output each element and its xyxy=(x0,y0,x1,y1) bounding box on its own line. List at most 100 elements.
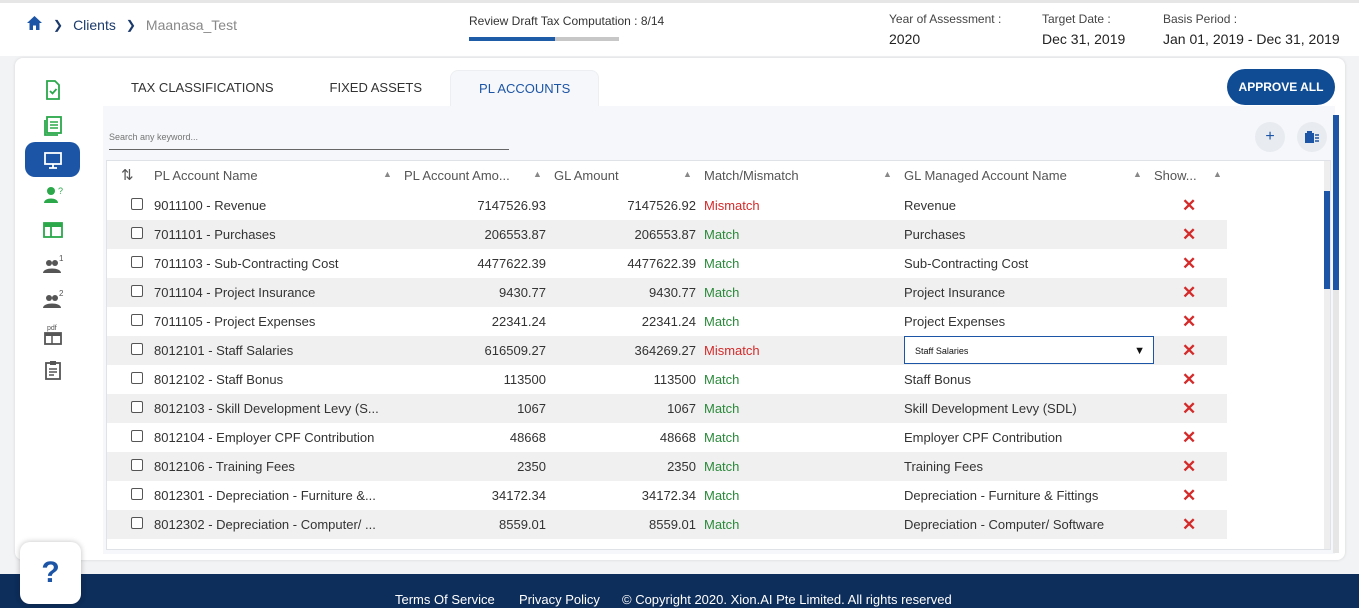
pl-account-amount: 206553.87 xyxy=(484,227,546,242)
pl-account-amount: 22341.24 xyxy=(491,314,546,329)
close-icon[interactable]: ✕ xyxy=(1182,191,1202,220)
basis-period: Basis Period : Jan 01, 2019 - Dec 31, 20… xyxy=(1163,12,1340,47)
page-scrollbar-thumb[interactable] xyxy=(1333,115,1339,290)
col-show[interactable]: Show... xyxy=(1154,161,1204,190)
dropdown-value: Staff Salaries xyxy=(915,346,969,356)
sidebar-item-users-1[interactable]: 1 xyxy=(25,247,80,282)
table-row[interactable]: 8012103 - Skill Development Levy (S... 10… xyxy=(107,394,1227,423)
match-status: Match xyxy=(704,430,740,445)
table-row[interactable]: 7011101 - Purchases 206553.87 206553.87 Mat… xyxy=(107,220,1227,249)
pl-account-name: 8012104 - Employer CPF Contribution xyxy=(154,430,375,445)
table-row[interactable]: 8012106 - Training Fees 2350 2350 Match Trai… xyxy=(107,452,1227,481)
close-icon[interactable]: ✕ xyxy=(1182,394,1202,423)
table-row[interactable]: 7011105 - Project Expenses 22341.24 22341.… xyxy=(107,307,1227,336)
sidebar-item-user-question[interactable]: ? xyxy=(25,177,80,212)
target-value: Dec 31, 2019 xyxy=(1042,31,1126,47)
row-checkbox[interactable] xyxy=(131,256,143,268)
row-checkbox[interactable] xyxy=(131,488,143,500)
sidebar-item-users-2[interactable]: 2 xyxy=(25,282,80,317)
row-checkbox[interactable] xyxy=(131,430,143,442)
chevron-right-icon: ❯ xyxy=(125,17,136,32)
table-scrollbar[interactable] xyxy=(1324,161,1330,549)
sidebar-item-pdf[interactable]: pdf xyxy=(25,317,80,352)
close-icon[interactable]: ✕ xyxy=(1182,481,1202,510)
row-checkbox[interactable] xyxy=(131,401,143,413)
tab-pl-accounts[interactable]: PL ACCOUNTS xyxy=(450,70,600,106)
table-icon xyxy=(42,221,63,238)
col-match-mismatch[interactable]: Match/Mismatch xyxy=(704,161,854,190)
tab-bar: TAX CLASSIFICATIONS FIXED ASSETS PL ACCO… xyxy=(103,70,600,106)
table-row[interactable]: 7011104 - Project Insurance 9430.77 9430.7… xyxy=(107,278,1227,307)
close-icon[interactable]: ✕ xyxy=(1182,249,1202,278)
help-button[interactable]: ? xyxy=(20,542,81,604)
sort-order-icon[interactable]: ⇅ xyxy=(121,161,134,190)
row-checkbox[interactable] xyxy=(131,372,143,384)
sidebar-item-clipboard[interactable] xyxy=(25,352,80,387)
row-checkbox[interactable] xyxy=(131,314,143,326)
target-date: Target Date : Dec 31, 2019 xyxy=(1042,12,1125,47)
terms-link[interactable]: Terms Of Service xyxy=(395,592,495,607)
home-icon[interactable] xyxy=(26,15,43,34)
target-label: Target Date : xyxy=(1042,12,1111,26)
search-input[interactable] xyxy=(109,124,509,150)
sidebar-item-table[interactable] xyxy=(25,212,80,247)
table-row[interactable]: 8012104 - Employer CPF Contribution 48668… xyxy=(107,423,1227,452)
tab-tax-classifications[interactable]: TAX CLASSIFICATIONS xyxy=(103,70,302,106)
sort-icon[interactable]: ▲ xyxy=(1133,169,1142,179)
sort-icon[interactable]: ▲ xyxy=(383,169,392,179)
year-of-assessment: Year of Assessment : 2020 xyxy=(889,12,1001,47)
approve-all-button[interactable]: APPROVE ALL xyxy=(1227,69,1335,105)
gl-amount: 206553.87 xyxy=(634,227,696,242)
table-row[interactable]: 8012102 - Staff Bonus 113500 113500 Match St… xyxy=(107,365,1227,394)
sort-icon[interactable]: ▲ xyxy=(683,169,692,179)
add-button[interactable]: + xyxy=(1255,122,1285,152)
col-pl-account-name[interactable]: PL Account Name xyxy=(154,161,354,190)
tab-fixed-assets[interactable]: FIXED ASSETS xyxy=(302,70,450,106)
sidebar-item-tax-check[interactable] xyxy=(25,72,80,107)
table-scrollbar-thumb[interactable] xyxy=(1324,191,1330,289)
table-row[interactable]: 9011100 - Revenue 7147526.93 7147526.92 Mis… xyxy=(107,191,1227,220)
table-row[interactable]: 8012302 - Depreciation - Computer/ ... 85… xyxy=(107,510,1227,539)
col-pl-account-amount[interactable]: PL Account Amo... xyxy=(404,161,524,190)
sort-icon[interactable]: ▲ xyxy=(1213,169,1222,179)
row-checkbox[interactable] xyxy=(131,517,143,529)
close-icon[interactable]: ✕ xyxy=(1182,278,1202,307)
close-icon[interactable]: ✕ xyxy=(1182,365,1202,394)
close-icon[interactable]: ✕ xyxy=(1182,307,1202,336)
pl-account-name: 8012301 - Depreciation - Furniture &... xyxy=(154,488,376,503)
sort-icon[interactable]: ▲ xyxy=(883,169,892,179)
pl-account-amount: 616509.27 xyxy=(484,343,546,358)
row-checkbox[interactable] xyxy=(131,227,143,239)
footer: Terms Of Service Privacy Policy © Copyri… xyxy=(0,574,1359,608)
gl-account-dropdown[interactable]: Staff Salaries ▼ xyxy=(904,336,1154,364)
table-row[interactable]: 7011103 - Sub-Contracting Cost 4477622.39… xyxy=(107,249,1227,278)
pl-accounts-table: ⇅ PL Account Name ▲ PL Account Amo... ▲ … xyxy=(106,160,1331,550)
pl-account-name: 7011104 - Project Insurance xyxy=(154,285,316,300)
table-row[interactable]: 8012301 - Depreciation - Furniture &... 3… xyxy=(107,481,1227,510)
sidebar-item-ledger[interactable] xyxy=(25,107,80,142)
table-row[interactable]: 8012101 - Staff Salaries 616509.27 364269.… xyxy=(107,336,1227,365)
match-status: Match xyxy=(704,227,740,242)
match-status: Match xyxy=(704,314,740,329)
row-checkbox[interactable] xyxy=(131,343,143,355)
close-icon[interactable]: ✕ xyxy=(1182,336,1202,365)
close-icon[interactable]: ✕ xyxy=(1182,423,1202,452)
breadcrumb-clients[interactable]: Clients xyxy=(73,17,116,33)
doc-check-icon xyxy=(45,79,60,100)
row-checkbox[interactable] xyxy=(131,285,143,297)
match-status: Match xyxy=(704,256,740,271)
page-scrollbar[interactable] xyxy=(1333,115,1339,553)
col-gl-managed-account-name[interactable]: GL Managed Account Name xyxy=(904,161,1124,190)
col-gl-amount[interactable]: GL Amount xyxy=(554,161,674,190)
gl-amount: 364269.27 xyxy=(634,343,696,358)
columns-button[interactable] xyxy=(1297,122,1327,152)
sidebar: ? 1 2 pdf xyxy=(15,72,80,387)
sidebar-item-monitor[interactable] xyxy=(25,142,80,177)
privacy-link[interactable]: Privacy Policy xyxy=(519,592,600,607)
close-icon[interactable]: ✕ xyxy=(1182,510,1202,539)
row-checkbox[interactable] xyxy=(131,198,143,210)
close-icon[interactable]: ✕ xyxy=(1182,220,1202,249)
row-checkbox[interactable] xyxy=(131,459,143,471)
close-icon[interactable]: ✕ xyxy=(1182,452,1202,481)
sort-icon[interactable]: ▲ xyxy=(533,169,542,179)
